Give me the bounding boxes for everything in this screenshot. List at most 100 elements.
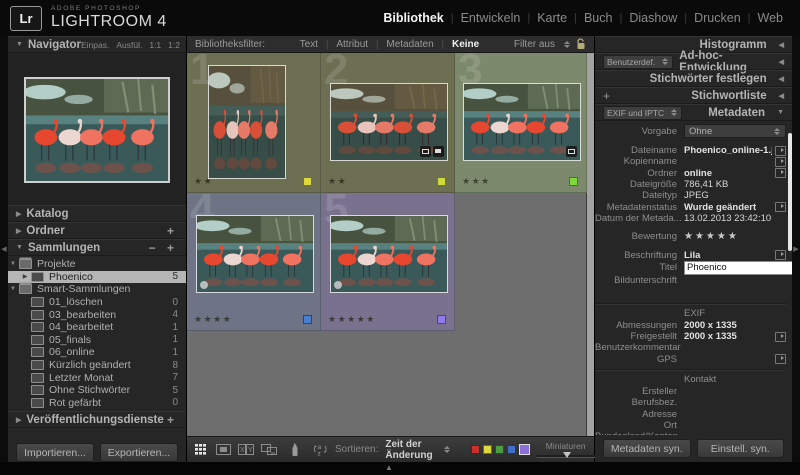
sync-settings-button[interactable]: Einstell. syn. (697, 439, 785, 458)
katalog-header[interactable]: ▶ Katalog (8, 205, 186, 222)
cell-star-rating[interactable]: ★★★★ (194, 314, 232, 325)
rating-stars[interactable]: ★★★★★ (684, 231, 739, 242)
cell-photo[interactable] (208, 65, 286, 179)
collection-item-04-bearbeitet[interactable]: 04_bearbeitet1 (8, 321, 186, 334)
toolbar-color-chip-3[interactable] (507, 445, 516, 454)
collection-add-remove-buttons[interactable]: − + (149, 241, 178, 255)
grid-cell-5[interactable]: 5 ★★★★★ (321, 193, 455, 331)
collection-badge-icon[interactable] (200, 281, 208, 289)
metadata-action-icon[interactable] (775, 250, 786, 260)
cell-photo[interactable] (330, 215, 448, 293)
collection-item-03-bearbeiten[interactable]: 03_bearbeiten4 (8, 308, 186, 321)
survey-view-button[interactable] (261, 444, 277, 455)
painter-spray-can-icon[interactable] (291, 443, 299, 457)
compare-view-button[interactable]: XY (238, 444, 254, 455)
metadata-action-icon[interactable] (775, 168, 786, 178)
grid-cell-3[interactable]: 3 ★★★ (455, 53, 587, 193)
collection-item-k-rzlich-ge-ndert[interactable]: Kürzlich geändert8 (8, 359, 186, 372)
metadata-action-icon[interactable] (775, 202, 786, 212)
metadata-action-icon[interactable] (775, 332, 786, 342)
grid-cell-4[interactable]: 4 ★★★★ (187, 193, 321, 331)
color-label-chip[interactable] (569, 177, 578, 186)
veroeffentlichungsdienste-header[interactable]: ▶ Veröffentlichungsdienste + (8, 411, 186, 428)
grid-view-button[interactable] (195, 444, 209, 455)
adhoc-preset-dropdown[interactable]: Benutzerdef. (603, 55, 673, 69)
color-label-chip[interactable] (303, 315, 312, 324)
add-publish-service-button[interactable]: + (167, 413, 178, 427)
sync-metadata-button[interactable]: Metadaten syn. (603, 439, 691, 458)
crop-badge-icon[interactable] (420, 146, 431, 157)
module-tab-buch[interactable]: Buch (577, 11, 620, 25)
collection-item-ohne-stichw-rter[interactable]: Ohne Stichwörter5 (8, 384, 186, 397)
develop-badge-icon[interactable] (433, 146, 444, 157)
stichwoerter-festlegen-header[interactable]: Stichwörter festlegen ◀ (595, 70, 792, 87)
export-button[interactable]: Exportieren... (100, 443, 178, 462)
grid-scrollbar[interactable] (586, 53, 594, 436)
sort-direction-icon[interactable]: az (313, 443, 328, 456)
module-tab-drucken[interactable]: Drucken (687, 11, 748, 25)
collection-item-06-online[interactable]: 06_online1 (8, 346, 186, 359)
module-tab-bibliothek[interactable]: Bibliothek (376, 11, 450, 25)
sammlungen-header[interactable]: ▼ Sammlungen − + (8, 239, 186, 256)
filter-preset[interactable]: Filter aus (514, 38, 586, 50)
module-tab-karte[interactable]: Karte (530, 11, 574, 25)
module-tab-diashow[interactable]: Diashow (622, 11, 684, 25)
filter-tab-attribut[interactable]: Attribut (336, 39, 368, 50)
module-tab-entwickeln[interactable]: Entwickeln (454, 11, 528, 25)
module-tab-web[interactable]: Web (751, 11, 790, 25)
add-folder-button[interactable]: + (167, 224, 178, 238)
cell-star-rating[interactable]: ★★ (194, 176, 213, 187)
import-button[interactable]: Importieren... (16, 443, 94, 462)
collection-item-smart-sammlungen[interactable]: ▼Smart-Sammlungen (8, 283, 186, 296)
metadata-view-dropdown[interactable]: EXIF und IPTC (603, 106, 682, 120)
ordner-header[interactable]: ▶ Ordner + (8, 222, 186, 239)
navigator-zoom-option[interactable]: Einpas. (81, 40, 109, 50)
right-panel-collapse[interactable]: ▶ (792, 36, 800, 462)
thumbnail-size-slider[interactable] (537, 451, 595, 459)
add-keyword-button[interactable]: + (603, 89, 610, 103)
collection-item-05-finals[interactable]: 05_finals1 (8, 334, 186, 347)
metadaten-header[interactable]: EXIF und IPTC Metadaten ▼ (595, 104, 792, 121)
stichwortliste-header[interactable]: + Stichwortliste ◀ (595, 87, 792, 104)
grid-cell-2[interactable]: 2 ★★ (321, 53, 455, 193)
collection-item-rot-gef-rbt[interactable]: Rot gefärbt0 (8, 397, 186, 410)
toolbar-color-chip-4[interactable] (519, 444, 530, 455)
metadata-action-icon[interactable] (775, 354, 786, 364)
toolbar-color-chip-1[interactable] (483, 445, 492, 454)
metadata-action-icon[interactable] (775, 157, 786, 167)
cell-photo[interactable] (463, 83, 581, 161)
color-label-chip[interactable] (437, 315, 446, 324)
metadata-preset-dropdown[interactable]: Ohne (684, 124, 786, 138)
navigator-zoom-option[interactable]: 1:1 (149, 40, 161, 50)
cell-photo[interactable] (196, 215, 314, 293)
navigator-zoom-option[interactable]: Ausfül. (116, 40, 142, 50)
filter-tab-text[interactable]: Text (300, 39, 318, 50)
adhoc-entwicklung-header[interactable]: Benutzerdef. Ad-hoc-Entwicklung ◀ (595, 53, 792, 70)
cell-star-rating[interactable]: ★★★★★ (328, 314, 376, 325)
sort-criteria-dropdown[interactable]: Zeit der Änderung (385, 439, 432, 461)
color-label-chip[interactable] (437, 177, 446, 186)
toolbar-color-chip-2[interactable] (495, 445, 504, 454)
navigator-preview[interactable] (8, 53, 186, 205)
loupe-view-button[interactable] (216, 444, 231, 455)
cell-star-rating[interactable]: ★★★ (462, 176, 491, 187)
collection-item-01-l-schen[interactable]: 01_löschen0 (8, 296, 186, 309)
collection-item-letzter-monat[interactable]: Letzter Monat7 (8, 371, 186, 384)
cell-photo[interactable] (330, 83, 448, 161)
filter-tab-keine[interactable]: Keine (452, 39, 479, 50)
grid-cell-1[interactable]: 1 ★★ (187, 53, 321, 193)
lock-open-icon[interactable] (576, 38, 586, 50)
title-input[interactable] (684, 261, 792, 275)
filmstrip-collapse[interactable]: ▲ (0, 462, 800, 475)
navigator-zoom-option[interactable]: 1:2 (168, 40, 180, 50)
collection-item-phoenico[interactable]: ▶Phoenico5 (8, 271, 186, 284)
collection-item-projekte[interactable]: ▼Projekte (8, 258, 186, 271)
right-panel-scrollbar[interactable] (788, 133, 792, 251)
collection-badge-icon[interactable] (334, 281, 342, 289)
cell-star-rating[interactable]: ★★ (328, 176, 347, 187)
filter-tab-metadaten[interactable]: Metadaten (386, 39, 433, 50)
left-panel-collapse[interactable]: ◀ (0, 36, 8, 462)
color-label-chip[interactable] (303, 177, 312, 186)
crop-badge-icon[interactable] (566, 146, 577, 157)
metadata-action-icon[interactable] (775, 146, 786, 156)
